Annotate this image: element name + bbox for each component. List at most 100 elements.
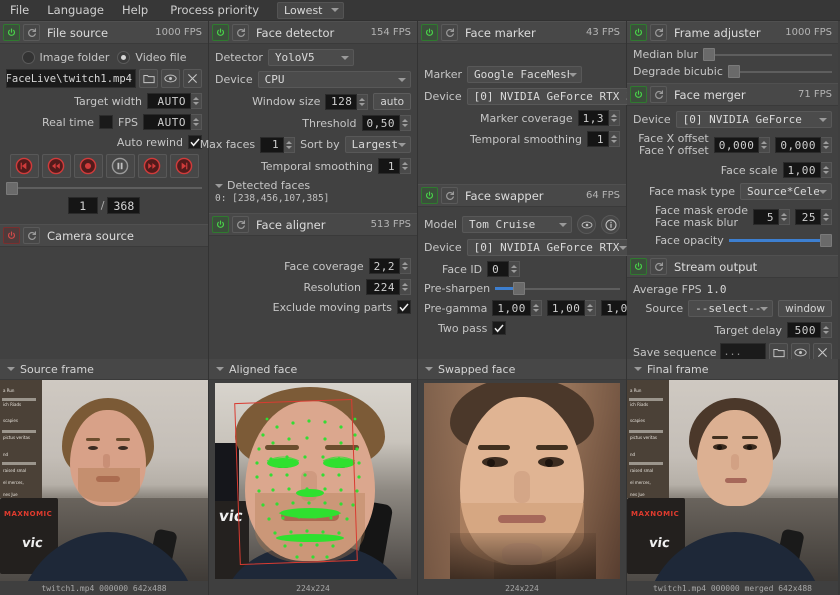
- pre-gamma-spinner-g[interactable]: [585, 300, 596, 316]
- power-icon[interactable]: [421, 24, 438, 41]
- window-size-field[interactable]: 128: [325, 94, 368, 110]
- preview-eye-icon[interactable]: [161, 69, 180, 88]
- median-blur-slider[interactable]: [703, 49, 832, 61]
- face-mask-type-select[interactable]: Source*Celeb: [740, 183, 832, 200]
- window-size-auto-button[interactable]: auto: [373, 93, 411, 110]
- menu-item-file[interactable]: File: [8, 2, 31, 18]
- power-icon[interactable]: [3, 24, 20, 41]
- file-path-input[interactable]: \DeepFaceLive\twitch1.mp4: [6, 69, 136, 88]
- final-frame-canvas[interactable]: a Run ich Riads scapies pictus veritas n…: [627, 380, 838, 581]
- face-coverage-field[interactable]: 2,2: [369, 258, 411, 274]
- final-frame-header[interactable]: Final frame: [627, 359, 838, 380]
- pre-gamma-field-r[interactable]: 1,00: [492, 300, 542, 316]
- face-scale-spinner[interactable]: [821, 162, 832, 178]
- reset-icon[interactable]: [441, 24, 458, 41]
- max-faces-field[interactable]: 1: [260, 137, 295, 153]
- open-folder-icon[interactable]: [139, 69, 158, 88]
- median-blur-knob[interactable]: [703, 48, 715, 61]
- reset-icon[interactable]: [650, 86, 667, 103]
- power-icon[interactable]: [421, 187, 438, 204]
- model-info-icon[interactable]: [601, 215, 620, 234]
- face-mask-blur-field[interactable]: 25: [795, 209, 832, 225]
- pre-sharpen-knob[interactable]: [513, 282, 525, 295]
- power-icon[interactable]: [630, 24, 647, 41]
- rewind-button[interactable]: [42, 154, 71, 178]
- reset-icon[interactable]: [441, 187, 458, 204]
- marker-temporal-smoothing-spinner[interactable]: [609, 131, 620, 147]
- reset-icon[interactable]: [23, 227, 40, 244]
- frame-current[interactable]: 1: [68, 197, 98, 214]
- model-select[interactable]: Tom Cruise: [462, 216, 572, 233]
- max-faces-spinner[interactable]: [284, 137, 295, 153]
- marker-select[interactable]: Google FaceMesh: [467, 66, 582, 83]
- reset-icon[interactable]: [232, 216, 249, 233]
- threshold-spinner[interactable]: [400, 115, 411, 131]
- face-mask-erode-field[interactable]: 5: [753, 209, 790, 225]
- swapped-face-header[interactable]: Swapped face: [418, 359, 626, 380]
- power-icon[interactable]: [212, 24, 229, 41]
- seek-slider-knob[interactable]: [6, 182, 18, 195]
- face-x-offset-spinner[interactable]: [759, 137, 770, 153]
- aligned-face-header[interactable]: Aligned face: [209, 359, 417, 380]
- sort-by-select[interactable]: Largest: [345, 136, 411, 153]
- target-width-field[interactable]: AUTO: [147, 93, 202, 109]
- seek-slider[interactable]: [6, 182, 202, 194]
- face-x-offset-field[interactable]: 0,000: [714, 137, 771, 153]
- fps-spinner[interactable]: [191, 114, 202, 130]
- power-icon[interactable]: [630, 258, 647, 275]
- reset-icon[interactable]: [650, 24, 667, 41]
- power-icon[interactable]: [3, 227, 20, 244]
- radio-image-folder[interactable]: Image folder: [22, 51, 110, 64]
- seek-start-button[interactable]: [10, 154, 39, 178]
- window-size-spinner[interactable]: [357, 94, 368, 110]
- two-pass-checkbox[interactable]: [492, 321, 506, 335]
- menu-item-help[interactable]: Help: [120, 2, 150, 18]
- model-preview-eye-icon[interactable]: [577, 215, 596, 234]
- marker-coverage-spinner[interactable]: [609, 110, 620, 126]
- detector-temporal-smoothing-spinner[interactable]: [400, 158, 411, 174]
- stream-source-select[interactable]: --select--: [688, 300, 773, 317]
- face-y-offset-field[interactable]: 0,000: [775, 137, 832, 153]
- aligned-face-canvas[interactable]: vic: [209, 380, 417, 581]
- seek-end-button[interactable]: [170, 154, 199, 178]
- detected-faces-toggle[interactable]: Detected faces: [215, 179, 411, 192]
- degrade-bicubic-slider[interactable]: [728, 66, 832, 78]
- source-frame-header[interactable]: Source frame: [0, 359, 208, 380]
- target-delay-spinner[interactable]: [821, 322, 832, 338]
- pause-button[interactable]: [106, 154, 135, 178]
- detector-select[interactable]: YoloV5: [268, 49, 354, 66]
- reset-icon[interactable]: [232, 24, 249, 41]
- detector-device-select[interactable]: CPU: [258, 71, 411, 88]
- radio-video-file[interactable]: Video file: [117, 51, 186, 64]
- face-coverage-spinner[interactable]: [400, 258, 411, 274]
- merger-device-select[interactable]: [0] NVIDIA GeForce: [676, 111, 832, 128]
- fast-forward-button[interactable]: [138, 154, 167, 178]
- target-delay-field[interactable]: 500: [787, 322, 832, 338]
- pre-gamma-spinner-r[interactable]: [531, 300, 542, 316]
- resolution-field[interactable]: 224: [366, 279, 411, 295]
- menu-item-language[interactable]: Language: [45, 2, 106, 18]
- face-opacity-slider[interactable]: [729, 235, 832, 247]
- face-scale-field[interactable]: 1,00: [783, 162, 833, 178]
- window-button[interactable]: window: [778, 300, 832, 317]
- swapped-face-canvas[interactable]: [418, 380, 626, 581]
- exclude-moving-parts-checkbox[interactable]: [397, 300, 411, 314]
- marker-temporal-smoothing-field[interactable]: 1: [587, 131, 620, 147]
- fps-field[interactable]: AUTO: [143, 114, 202, 130]
- face-mask-blur-spinner[interactable]: [821, 209, 832, 225]
- face-id-spinner[interactable]: [509, 261, 520, 277]
- reset-icon[interactable]: [23, 24, 40, 41]
- power-icon[interactable]: [212, 216, 229, 233]
- swapper-device-select[interactable]: [0] NVIDIA GeForce RTX: [467, 239, 633, 256]
- face-id-field[interactable]: 0: [487, 261, 520, 277]
- resolution-spinner[interactable]: [400, 279, 411, 295]
- pre-gamma-field-g[interactable]: 1,00: [547, 300, 597, 316]
- source-frame-canvas[interactable]: a Run ich Riads scapies pictus veritas n…: [0, 380, 208, 581]
- face-opacity-knob[interactable]: [820, 234, 832, 247]
- process-priority-select[interactable]: Lowest: [277, 2, 343, 19]
- face-y-offset-spinner[interactable]: [821, 137, 832, 153]
- detector-temporal-smoothing-field[interactable]: 1: [378, 158, 411, 174]
- pre-sharpen-slider[interactable]: [495, 283, 620, 295]
- degrade-bicubic-knob[interactable]: [728, 65, 740, 78]
- real-time-checkbox[interactable]: [99, 115, 113, 129]
